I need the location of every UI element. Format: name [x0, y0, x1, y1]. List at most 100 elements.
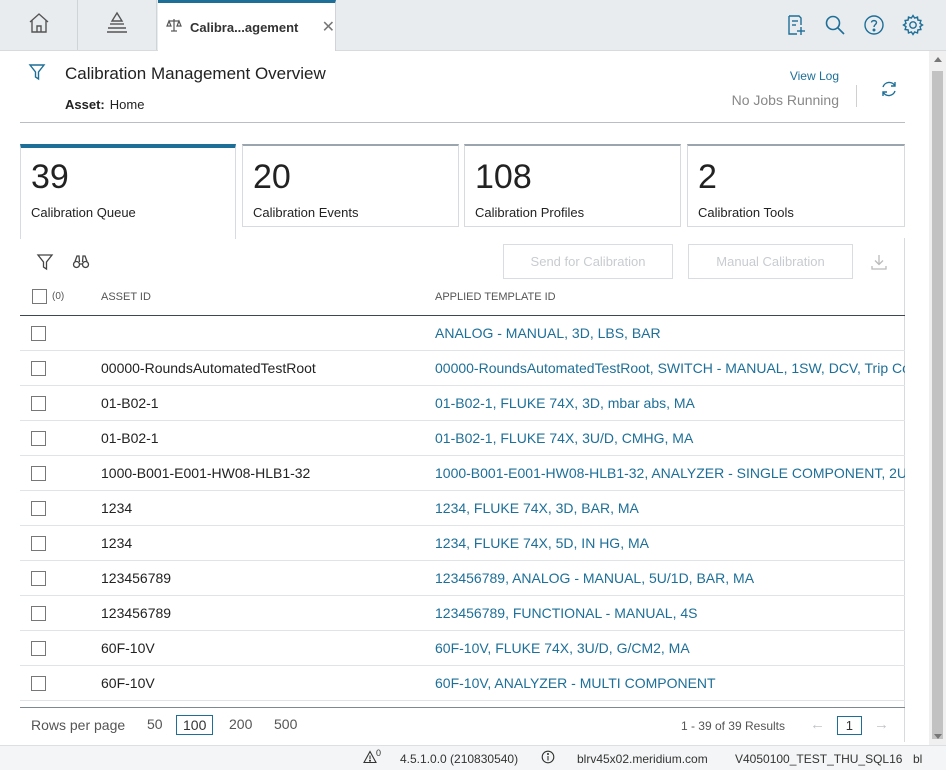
asset-id-cell: 01-B02-1 — [101, 395, 159, 411]
page-title: Calibration Management Overview — [65, 64, 326, 83]
row-checkbox[interactable] — [31, 606, 46, 621]
row-checkbox[interactable] — [31, 501, 46, 516]
tile-calibration-events[interactable]: 20 Calibration Events — [242, 144, 459, 227]
view-log-link[interactable]: View Log — [790, 69, 839, 83]
table-row[interactable]: 60F-10V 60F-10V, FLUKE 74X, 3U/D, G/CM2, … — [20, 631, 905, 666]
asset-id-cell: 123456789 — [101, 605, 172, 621]
template-link[interactable]: 01-B02-1, FLUKE 74X, 3D, mbar abs, MA — [435, 395, 905, 411]
template-link[interactable]: 60F-10V, FLUKE 74X, 3U/D, G/CM2, MA — [435, 640, 905, 656]
table-row[interactable]: 123456789 123456789, FUNCTIONAL - MANUAL,… — [20, 596, 905, 631]
download-icon[interactable] — [870, 253, 888, 276]
asset-id-cell: 1234 — [101, 535, 133, 551]
row-checkbox[interactable] — [31, 641, 46, 656]
help-icon[interactable] — [863, 14, 885, 36]
tile-count: 108 — [475, 158, 532, 196]
jobs-status: No Jobs Running — [731, 92, 839, 108]
template-link[interactable]: 01-B02-1, FLUKE 74X, 3U/D, CMHG, MA — [435, 430, 905, 446]
page-scrollbar[interactable] — [929, 51, 946, 745]
template-link[interactable]: ANALOG - MANUAL, 3D, LBS, BAR — [435, 325, 905, 341]
tile-count: 20 — [253, 158, 291, 196]
tile-calibration-tools[interactable]: 2 Calibration Tools — [687, 144, 905, 227]
scrollbar-thumb[interactable] — [932, 71, 943, 739]
new-record-icon[interactable] — [785, 14, 807, 36]
previous-page-icon[interactable]: ← — [810, 716, 825, 733]
tile-count: 2 — [698, 158, 717, 196]
table-row[interactable]: 123456789 123456789, ANALOG - MANUAL, 5U/… — [20, 561, 905, 596]
tile-calibration-queue[interactable]: 39 Calibration Queue — [20, 144, 236, 239]
template-link[interactable]: 60F-10V, ANALYZER - MULTI COMPONENT — [435, 675, 905, 691]
gear-icon[interactable] — [902, 14, 924, 36]
filter-icon[interactable] — [28, 63, 46, 86]
current-page[interactable]: 1 — [836, 716, 862, 735]
send-for-calibration-button[interactable]: Send for Calibration — [503, 244, 673, 279]
rows-per-page-500[interactable]: 500 — [268, 715, 303, 733]
column-header-template-id[interactable]: APPLIED TEMPLATE ID — [435, 291, 556, 303]
row-checkbox[interactable] — [31, 676, 46, 691]
column-header-asset-id[interactable]: ASSET ID — [101, 291, 151, 303]
grid-rows: ANALOG - MANUAL, 3D, LBS, BAR 00000-Roun… — [20, 316, 905, 701]
refresh-icon[interactable] — [879, 79, 899, 104]
template-link[interactable]: 00000-RoundsAutomatedTestRoot, SWITCH - … — [435, 360, 905, 376]
grid-header: (0) ASSET ID APPLIED TEMPLATE ID — [20, 283, 905, 316]
manual-calibration-button[interactable]: Manual Calibration — [688, 244, 853, 279]
scroll-up-icon[interactable] — [934, 57, 942, 62]
tab-calibration-management[interactable]: Calibra...agement ✕ — [158, 0, 336, 51]
selected-count: (0) — [52, 291, 65, 302]
asset-id-cell: 1234 — [101, 500, 133, 516]
table-row[interactable]: 00000-RoundsAutomatedTestRoot 00000-Round… — [20, 351, 905, 386]
tile-label: Calibration Queue — [31, 205, 136, 220]
warning-icon[interactable] — [363, 750, 377, 767]
row-checkbox[interactable] — [31, 536, 46, 551]
asset-label: Asset: — [65, 97, 105, 112]
tile-label: Calibration Profiles — [475, 205, 585, 220]
header-divider — [856, 85, 857, 107]
version-text: 4.5.1.0.0 (210830540) — [400, 752, 519, 766]
template-link[interactable]: 1234, FLUKE 74X, 5D, IN HG, MA — [435, 535, 905, 551]
table-row[interactable]: 1000-B001-E001-HW08-HLB1-32 1000-B001-E00… — [20, 456, 905, 491]
table-row[interactable]: 01-B02-1 01-B02-1, FLUKE 74X, 3D, mbar ab… — [20, 386, 905, 421]
table-row[interactable]: 1234 1234, FLUKE 74X, 3D, BAR, MA — [20, 491, 905, 526]
template-link[interactable]: 123456789, ANALOG - MANUAL, 5U/1D, BAR, … — [435, 570, 905, 586]
row-checkbox[interactable] — [31, 326, 46, 341]
asset-id-cell: 123456789 — [101, 570, 172, 586]
layers-icon — [105, 11, 129, 40]
user-text: bl — [913, 752, 923, 766]
row-checkbox[interactable] — [31, 396, 46, 411]
row-checkbox[interactable] — [31, 431, 46, 446]
asset-id-cell: 00000-RoundsAutomatedTestRoot — [101, 360, 316, 376]
info-icon[interactable] — [541, 750, 555, 767]
alerts-count: 0 — [376, 748, 382, 758]
rows-per-page-50[interactable]: 50 — [141, 715, 169, 733]
grid-filter-icon[interactable] — [36, 253, 54, 276]
binoculars-icon[interactable] — [72, 253, 90, 276]
asset-context: Asset: Home — [65, 97, 144, 112]
scroll-down-icon[interactable] — [934, 734, 942, 739]
row-checkbox[interactable] — [31, 466, 46, 481]
table-row[interactable]: 60F-10V 60F-10V, ANALYZER - MULTI COMPONE… — [20, 666, 905, 701]
close-tab-icon[interactable]: ✕ — [322, 17, 335, 37]
search-icon[interactable] — [824, 14, 846, 36]
rows-per-page-100[interactable]: 100 — [176, 715, 214, 735]
page-header: Calibration Management Overview Asset: Ho… — [20, 51, 905, 123]
next-page-icon[interactable]: → — [874, 716, 889, 733]
row-checkbox[interactable] — [31, 571, 46, 586]
scale-icon — [166, 17, 182, 38]
template-link[interactable]: 123456789, FUNCTIONAL - MANUAL, 4S — [435, 605, 905, 621]
table-row[interactable]: 01-B02-1 01-B02-1, FLUKE 74X, 3U/D, CMHG,… — [20, 421, 905, 456]
rows-per-page-200[interactable]: 200 — [223, 715, 258, 733]
tile-calibration-profiles[interactable]: 108 Calibration Profiles — [464, 144, 681, 227]
modules-tab[interactable] — [78, 0, 157, 50]
rows-per-page-label: Rows per page — [31, 717, 126, 733]
row-checkbox[interactable] — [31, 361, 46, 376]
template-link[interactable]: 1234, FLUKE 74X, 3D, BAR, MA — [435, 500, 905, 516]
table-row[interactable]: ANALOG - MANUAL, 3D, LBS, BAR — [20, 316, 905, 351]
tile-count: 39 — [31, 158, 69, 196]
results-count: 1 - 39 of 39 Results — [680, 719, 785, 733]
template-link[interactable]: 1000-B001-E001-HW08-HLB1-32, ANALYZER - … — [435, 465, 905, 481]
select-all-checkbox[interactable] — [32, 289, 47, 304]
table-row[interactable]: 1234 1234, FLUKE 74X, 5D, IN HG, MA — [20, 526, 905, 561]
calibration-queue-grid: Send for Calibration Manual Calibration … — [20, 238, 905, 742]
tile-label: Calibration Tools — [698, 205, 794, 220]
home-tab[interactable] — [0, 0, 78, 50]
asset-id-cell: 60F-10V — [101, 640, 155, 656]
